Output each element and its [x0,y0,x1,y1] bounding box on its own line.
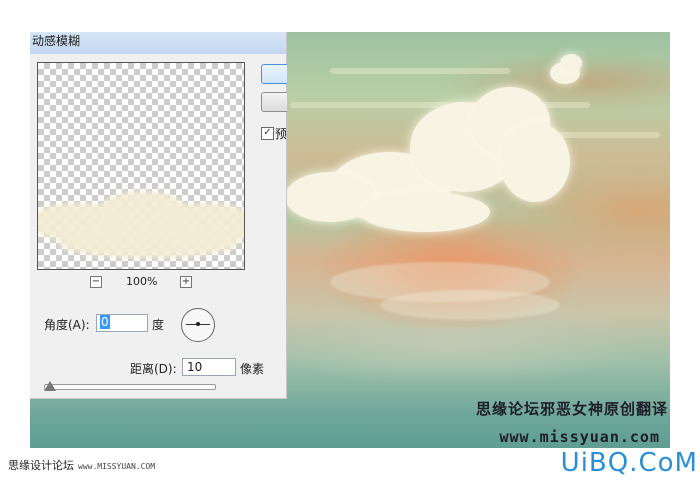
angle-unit: 度 [152,318,165,332]
preview-checkbox-label: 预 [275,127,286,141]
footer-site-name: 思缘设计论坛 [8,459,74,472]
distance-slider-thumb[interactable] [44,381,56,391]
preview-checkbox[interactable]: ✓ [261,127,274,140]
motion-blur-dialog: 动感模糊 − 100% + 角度(A): 0 度 距离(D): 10 像素 ✓ … [30,32,287,399]
footer-site-url: www.MISSYUAN.COM [78,462,156,471]
angle-value: 0 [100,315,110,329]
watermark-chinese: 思缘论坛邪恶女神原创翻译 [475,400,668,418]
angle-dial[interactable] [181,308,215,342]
dial-center [196,322,200,326]
angle-input[interactable]: 0 [96,314,148,332]
footer-credit: 思缘设计论坛 www.MISSYUAN.COM [8,457,155,473]
zoom-in-button[interactable]: + [180,276,192,288]
watermark-url: www.missyuan.com [499,428,660,446]
blur-band [58,228,238,258]
cloud [500,122,570,202]
distance-input[interactable]: 10 [182,358,236,376]
angle-label: 角度(A): [44,318,90,332]
zoom-level: 100% [126,275,158,288]
distance-slider-track[interactable] [44,384,216,390]
light-streak [330,68,510,74]
distance-label: 距离(D): [130,362,177,376]
cancel-button[interactable] [261,92,287,112]
dialog-title: 动感模糊 [32,34,81,48]
small-cloud [560,54,582,72]
filter-preview[interactable] [37,62,245,270]
zoom-out-button[interactable]: − [90,276,102,288]
zoom-control: − 100% + [90,275,200,289]
cloud [360,192,490,232]
dialog-titlebar[interactable]: 动感模糊 [30,32,286,54]
distance-unit: 像素 [240,362,265,376]
ok-button[interactable] [261,64,287,84]
cloud-reflection [380,290,560,320]
uibq-logo: UiBQ.CoM [560,448,698,478]
